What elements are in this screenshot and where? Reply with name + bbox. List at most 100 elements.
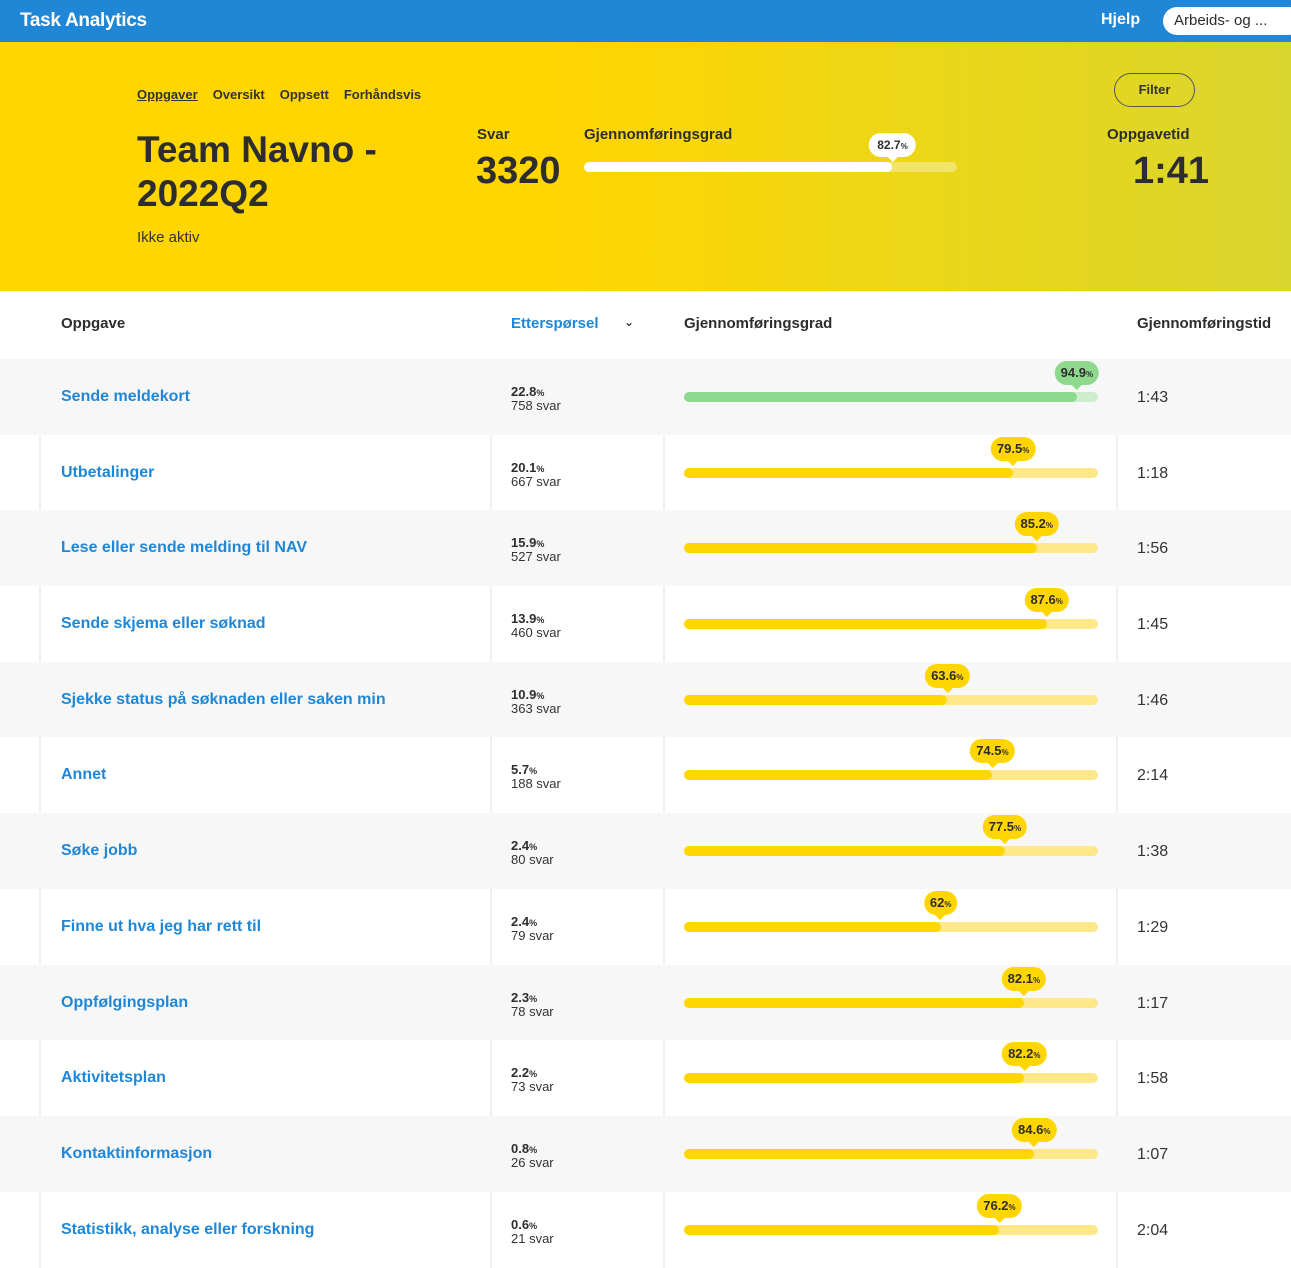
task-time-value: 1:41 [1133, 150, 1210, 192]
completion-badge: 94.9% [1054, 361, 1100, 390]
completion-bar-fill [684, 997, 1024, 1008]
demand-percent: 0.8% [511, 1140, 538, 1156]
completion-bar: 79.5% [684, 436, 1098, 478]
demand-percent: 2.4% [511, 913, 538, 929]
completion-rate-badge: 82.7% [869, 133, 916, 162]
brand-logo[interactable]: Task Analytics [20, 10, 147, 32]
completion-bar-fill [684, 1148, 1035, 1159]
completion-bar-fill [684, 846, 1005, 857]
task-link[interactable]: Aktivitetsplan [61, 1069, 166, 1087]
table-row: Oppfølgingsplan 2.3% 78 svar 82.1% 1:17 [0, 964, 1291, 1041]
completion-badge: 79.5% [990, 436, 1036, 466]
response-count: 78 svar [511, 1003, 554, 1019]
demand-percent: 2.4% [511, 838, 538, 854]
completion-time: 2:14 [1137, 767, 1169, 785]
response-count: 188 svar [511, 776, 561, 792]
completion-bar-fill [684, 467, 1014, 478]
demand-percent: 5.7% [511, 762, 538, 778]
demand-percent: 2.3% [511, 989, 538, 1005]
table-row: Annet 5.7% 188 svar 74.5% 2:14 [0, 737, 1291, 813]
completion-bar: 62% [684, 890, 1098, 932]
response-count: 363 svar [511, 700, 561, 716]
task-link[interactable]: Finne ut hva jeg har rett til [61, 918, 261, 936]
table-body: Sende meldekort 22.8% 758 svar 94.9% 1:43 Utb… [0, 359, 1291, 1267]
response-count: 527 svar [511, 549, 561, 565]
completion-bar-fill [684, 1073, 1025, 1084]
survey-status: Ikke aktiv [137, 229, 200, 246]
completion-badge: 82.2% [1002, 1042, 1047, 1072]
top-nav-bar: Task Analytics Hjelp Arbeids- og ... [0, 0, 1291, 42]
completion-bar: 76.2% [684, 1193, 1098, 1235]
tab-forhandsvis[interactable]: Forhåndsvis [344, 87, 421, 102]
column-header-demand[interactable]: Etterspørsel [511, 315, 599, 332]
demand-percent: 15.9% [511, 535, 545, 551]
completion-time: 1:07 [1137, 1145, 1169, 1163]
help-link[interactable]: Hjelp [1101, 11, 1140, 29]
response-count: 758 svar [511, 398, 561, 413]
task-link[interactable]: Sjekke status på søknaden eller saken mi… [61, 691, 386, 709]
completion-time: 1:58 [1137, 1070, 1169, 1088]
response-count: 79 svar [511, 927, 554, 943]
completion-bar-fill [684, 694, 948, 705]
response-count: 21 svar [511, 1230, 554, 1246]
table-row: Sjekke status på søknaden eller saken mi… [0, 661, 1291, 738]
completion-rate-bar: 82.7% [584, 133, 957, 172]
task-link[interactable]: Utbetalinger [61, 464, 154, 482]
responses-label: Svar [477, 126, 510, 143]
column-header-time[interactable]: Gjennomføringstid [1137, 315, 1271, 332]
completion-bar: 63.6% [684, 663, 1098, 705]
task-link[interactable]: Sende skjema eller søknad [61, 615, 266, 633]
response-count: 80 svar [511, 852, 554, 868]
table-row: Utbetalinger 20.1% 667 svar 79.5% 1:18 [0, 435, 1291, 511]
demand-percent: 13.9% [511, 611, 545, 627]
completion-bar: 85.2% [684, 512, 1098, 554]
table-header: Oppgave Etterspørsel ⌄ Gjennomføringsgra… [0, 291, 1291, 359]
tab-oppsett[interactable]: Oppsett [280, 87, 329, 102]
response-count: 73 svar [511, 1079, 554, 1095]
completion-badge: 84.6% [1012, 1117, 1057, 1147]
completion-rate-fill [584, 162, 893, 172]
column-header-completion[interactable]: Gjennomføringsgrad [684, 315, 832, 332]
task-link[interactable]: Sende meldekort [61, 388, 190, 406]
completion-time: 1:17 [1137, 994, 1169, 1012]
table-row: Aktivitetsplan 2.2% 73 svar 82.2% 1:58 [0, 1040, 1291, 1116]
completion-time: 1:29 [1137, 918, 1169, 936]
completion-bar: 94.9% [684, 361, 1100, 402]
filter-button[interactable]: Filter [1114, 73, 1195, 107]
completion-time: 1:45 [1137, 616, 1169, 634]
column-header-task[interactable]: Oppgave [61, 315, 125, 332]
completion-badge: 77.5% [982, 815, 1028, 845]
demand-percent: 22.8% [511, 384, 545, 399]
completion-bar-fill [684, 392, 1077, 402]
completion-time: 1:38 [1137, 843, 1169, 861]
completion-badge: 85.2% [1014, 512, 1059, 542]
completion-bar: 82.1% [684, 966, 1098, 1008]
completion-badge: 74.5% [970, 739, 1015, 769]
completion-bar-fill [684, 921, 941, 932]
completion-badge: 87.6% [1024, 588, 1069, 618]
sort-chevron-down-icon[interactable]: ⌄ [624, 315, 634, 329]
completion-badge: 76.2% [977, 1193, 1022, 1223]
task-link[interactable]: Annet [61, 766, 106, 784]
tasks-table: Oppgave Etterspørsel ⌄ Gjennomføringsgra… [0, 291, 1291, 1268]
tab-oversikt[interactable]: Oversikt [213, 87, 265, 102]
completion-bar-fill [684, 543, 1037, 554]
demand-percent: 20.1% [511, 459, 545, 475]
tab-oppgaver[interactable]: Oppgaver [137, 87, 198, 102]
demand-percent: 0.6% [511, 1216, 538, 1232]
completion-bar: 74.5% [684, 739, 1098, 781]
task-link[interactable]: Lese eller sende melding til NAV [61, 539, 307, 557]
task-link[interactable]: Kontaktinformasjon [61, 1145, 212, 1163]
survey-summary-header: Oppgaver Oversikt Oppsett Forhåndsvis Te… [0, 42, 1291, 291]
task-link[interactable]: Oppfølgingsplan [61, 994, 188, 1012]
table-row: Lese eller sende melding til NAV 15.9% 527… [0, 510, 1291, 587]
completion-time: 1:56 [1137, 540, 1169, 558]
task-link[interactable]: Søke jobb [61, 842, 137, 860]
organization-select[interactable]: Arbeids- og ... [1163, 7, 1291, 35]
table-row: Kontaktinformasjon 0.8% 26 svar 84.6% 1:07 [0, 1115, 1291, 1192]
completion-badge: 62% [923, 890, 958, 920]
completion-bar: 84.6% [684, 1117, 1098, 1159]
responses-value: 3320 [476, 150, 561, 192]
table-row: Sende skjema eller søknad 13.9% 460 svar 87… [0, 586, 1291, 662]
task-link[interactable]: Statistikk, analyse eller forskning [61, 1221, 314, 1239]
